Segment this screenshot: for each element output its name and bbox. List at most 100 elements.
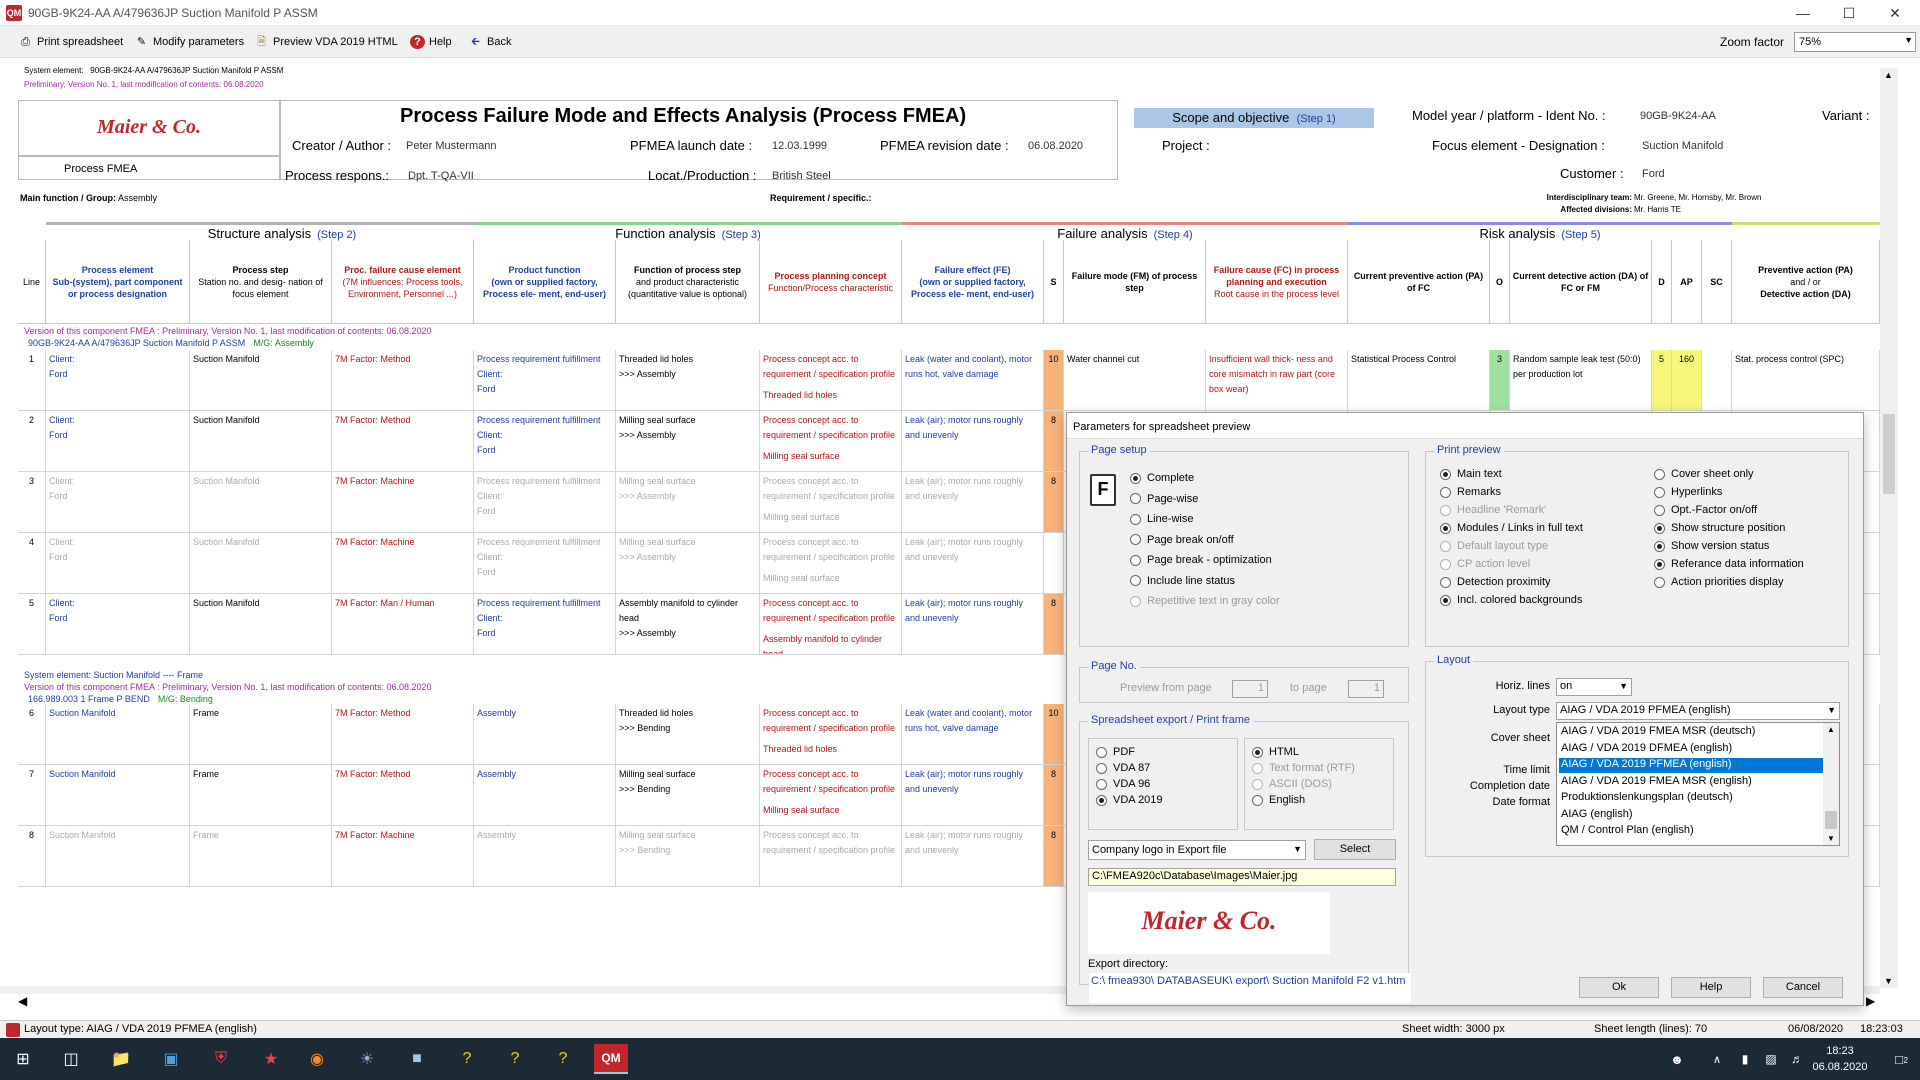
layout-list-item[interactable]: AIAG (english): [1559, 808, 1823, 823]
print-preview-left-2[interactable]: Headline 'Remark': [1440, 504, 1546, 516]
layout-list-item[interactable]: QM / Control Plan (english): [1559, 824, 1823, 839]
zoom-select[interactable]: 75% ▼: [1794, 32, 1916, 52]
from-page-input[interactable]: 1: [1232, 680, 1268, 698]
firefox-icon[interactable]: ◉: [300, 1044, 334, 1074]
main-function-value: Assembly: [118, 193, 158, 203]
layout-list-item[interactable]: Produktionslenkungsplan (deutsch): [1559, 791, 1823, 806]
back-button[interactable]: 🡰 Back: [468, 33, 511, 51]
table-row[interactable]: 1 Client: Ford Suction Manifold 7M Factor: M…: [0, 350, 1880, 411]
modify-parameters-button[interactable]: ✎ Modify parameters: [134, 33, 244, 51]
list-scroll-thumb[interactable]: [1825, 811, 1837, 829]
print-preview-left-1[interactable]: Remarks: [1440, 486, 1501, 498]
help-app-icon-2[interactable]: ?: [498, 1044, 532, 1074]
list-scrollbar[interactable]: ▲ ▼: [1823, 723, 1839, 845]
help-dialog-button[interactable]: Help: [1671, 977, 1751, 998]
print-preview-left-7[interactable]: Incl. colored backgrounds: [1440, 594, 1582, 606]
cell-line: 3: [18, 472, 46, 533]
maximize-button[interactable]: ☐: [1826, 0, 1872, 26]
minimize-button[interactable]: —: [1780, 0, 1826, 26]
taskbar-time: 18:23: [1826, 1045, 1854, 1057]
column-header-line: Line: [18, 240, 46, 324]
format-option-2[interactable]: VDA 96: [1096, 778, 1150, 790]
page-setup-option-5[interactable]: Include line status: [1130, 575, 1235, 587]
print-preview-right-6[interactable]: Action priorities display: [1654, 576, 1784, 588]
layout-type-select[interactable]: AIAG / VDA 2019 PFMEA (english) ▼: [1556, 702, 1840, 720]
page-setup-option-0[interactable]: Complete: [1130, 472, 1194, 484]
print-preview-right-2[interactable]: Opt.-Factor on/off: [1654, 504, 1757, 516]
radio-icon: [1252, 794, 1263, 806]
logo-path-input[interactable]: C:\FMEA920c\Database\Images\Maier.jpg: [1088, 868, 1396, 886]
radio-icon: [1096, 746, 1107, 758]
print-spreadsheet-button[interactable]: ⎙ Print spreadsheet: [18, 33, 123, 51]
page-setup-option-4[interactable]: Page break - optimization: [1130, 554, 1272, 566]
print-preview-right-5[interactable]: Referance data information: [1654, 558, 1804, 570]
cell-pf: Process requirement fulfillment Client: Fo…: [474, 411, 616, 472]
cell-ap: 160: [1672, 350, 1702, 411]
layout-list-item[interactable]: AIAG / VDA 2019 FMEA MSR (deutsch): [1559, 725, 1823, 740]
format-option-0[interactable]: PDF: [1096, 746, 1135, 758]
step-header-4: Failure analysis (Step 4): [902, 222, 1348, 241]
ok-button[interactable]: Ok: [1579, 977, 1659, 998]
close-button[interactable]: ✕: [1872, 0, 1918, 26]
print-preview-left-4[interactable]: Default layout type: [1440, 540, 1548, 552]
to-page-input[interactable]: 1: [1348, 680, 1384, 698]
windows-start-icon[interactable]: ⊞: [6, 1044, 40, 1074]
print-preview-right-3[interactable]: Show structure position: [1654, 522, 1785, 534]
print-preview-right-4[interactable]: Show version status: [1654, 540, 1769, 552]
radio-icon: [1440, 468, 1451, 480]
output-option-3[interactable]: English: [1252, 794, 1305, 806]
print-preview-right-1[interactable]: Hyperlinks: [1654, 486, 1722, 498]
page-setup-option-3[interactable]: Page break on/off: [1130, 534, 1234, 546]
format-option-3[interactable]: VDA 2019: [1096, 794, 1163, 806]
app-window-icon[interactable]: ▣: [154, 1044, 188, 1074]
time-limit-label: Time limit: [1503, 764, 1550, 776]
acrobat-icon[interactable]: ★: [254, 1044, 288, 1074]
system-frame-line: System element: Suction Manifold ---- Fr…: [24, 670, 204, 680]
taskbar-date: 06.08.2020: [1812, 1061, 1868, 1073]
export-directory-link[interactable]: C:\ fmea930\ DATABASEUK\ export\ Suction…: [1089, 973, 1411, 1003]
cell-pe: Client: Ford: [46, 594, 190, 655]
notification-icon[interactable]: □ 2: [1882, 1044, 1916, 1074]
zoom-label: Zoom factor: [1720, 35, 1785, 49]
radio-icon: [1252, 778, 1263, 790]
qm-app-icon[interactable]: QM: [594, 1044, 628, 1074]
print-preview-left-0[interactable]: Main text: [1440, 468, 1502, 480]
format-option-1[interactable]: VDA 87: [1096, 762, 1150, 774]
preview-html-button[interactable]: 🗎 Preview VDA 2019 HTML: [254, 33, 398, 51]
help-button[interactable]: ? Help: [410, 33, 452, 51]
layout-type-list[interactable]: AIAG / VDA 2019 FMEA MSR (deutsch) AIAG /…: [1556, 722, 1840, 846]
print-preview-right-0[interactable]: Cover sheet only: [1654, 468, 1754, 480]
shield-app-icon[interactable]: ⛨: [204, 1044, 238, 1074]
file-explorer-icon[interactable]: 📁: [104, 1044, 138, 1074]
cell-pc: 7M Factor: Method: [332, 704, 474, 765]
vertical-scrollbar[interactable]: ▲ ▼: [1880, 68, 1898, 988]
page-setup-option-1[interactable]: Page-wise: [1130, 493, 1198, 505]
company-logo-select[interactable]: Company logo in Export file ▼: [1088, 840, 1306, 860]
paint-app-icon[interactable]: ☀: [350, 1044, 384, 1074]
scroll-right-icon[interactable]: ▶: [1866, 994, 1875, 1008]
print-preview-left-3[interactable]: Modules / Links in full text: [1440, 522, 1583, 534]
output-option-0[interactable]: HTML: [1252, 746, 1299, 758]
layout-list-item[interactable]: AIAG / VDA 2019 PFMEA (english): [1559, 758, 1823, 773]
help-app-icon-1[interactable]: ?: [450, 1044, 484, 1074]
system-element-value: 90GB-9K24-AA A/479636JP Suction Manifold…: [90, 66, 284, 75]
help-app-icon-3[interactable]: ?: [546, 1044, 580, 1074]
output-option-1[interactable]: Text format (RTF): [1252, 762, 1355, 774]
cell-s: 8: [1044, 826, 1064, 887]
output-option-2[interactable]: ASCII (DOS): [1252, 778, 1332, 790]
horiz-lines-select[interactable]: on ▼: [1556, 678, 1632, 696]
print-preview-left-6[interactable]: Detection proximity: [1440, 576, 1551, 588]
page-setup-option-2[interactable]: Line-wise: [1130, 513, 1193, 525]
layout-list-item[interactable]: AIAG / VDA 2019 DFMEA (english): [1559, 742, 1823, 757]
cancel-button[interactable]: Cancel: [1763, 977, 1843, 998]
layout-list-item[interactable]: AIAG / VDA 2019 FMEA MSR (english): [1559, 775, 1823, 790]
column-header-pe: Process element Sub-(system), part compon…: [46, 240, 190, 324]
person-icon[interactable]: ☻: [1660, 1044, 1694, 1074]
scroll-thumb[interactable]: [1883, 414, 1895, 494]
scroll-left-icon[interactable]: ◀: [18, 994, 27, 1008]
page-setup-option-6[interactable]: Repetitive text in gray color: [1130, 595, 1280, 607]
task-view-icon[interactable]: ◫: [54, 1044, 88, 1074]
select-button[interactable]: Select: [1314, 839, 1396, 860]
notes-app-icon[interactable]: ■: [400, 1044, 434, 1074]
print-preview-left-5[interactable]: CP action level: [1440, 558, 1530, 570]
